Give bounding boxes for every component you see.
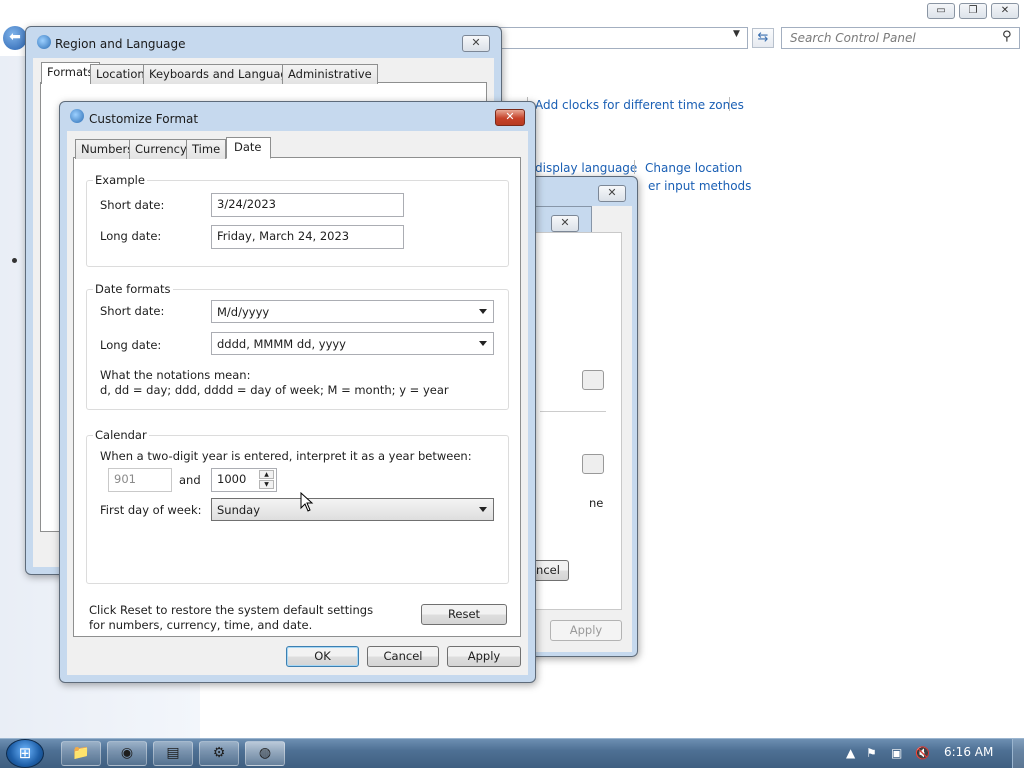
bullet [12, 258, 17, 263]
tab-time[interactable]: Time [186, 139, 227, 159]
search-icon[interactable]: ⚲ [1002, 29, 1012, 44]
maximize-icon[interactable]: ❐ [959, 3, 987, 19]
short-date-value: M/d/yyyy [217, 305, 270, 319]
back-arrow-icon[interactable]: ⬅ [3, 26, 27, 50]
link-divider [634, 160, 635, 174]
close-icon[interactable]: ✕ [991, 3, 1019, 19]
long-date-combo[interactable]: dddd, MMMM dd, yyyy [211, 332, 494, 355]
example-group-label: Example [93, 173, 147, 187]
and-label: and [179, 473, 201, 487]
globe-icon [37, 35, 51, 49]
first-day-combo[interactable]: Sunday [211, 498, 494, 521]
apply-button[interactable]: Apply [550, 620, 622, 641]
tab-date[interactable]: Date [226, 137, 271, 159]
tab-administrative[interactable]: Administrative [282, 64, 378, 84]
add-clocks-link[interactable]: Add clocks for different time zones [535, 98, 744, 112]
long-date-value: dddd, MMMM dd, yyyy [217, 337, 346, 351]
start-button[interactable]: ⊞ [6, 739, 44, 768]
link-divider [729, 97, 730, 111]
firefox-icon[interactable]: ◉ [107, 741, 147, 766]
short-date-combo[interactable]: M/d/yyyy [211, 300, 494, 323]
clock[interactable]: 6:16 AM [944, 745, 993, 759]
first-day-label: First day of week: [100, 503, 202, 517]
display-language-link[interactable]: display language [535, 161, 637, 175]
close-icon[interactable]: ✕ [462, 35, 490, 52]
dialog-title: Customize Format [89, 112, 199, 126]
cancel-button[interactable]: Cancel [367, 646, 439, 667]
address-dropdown-icon[interactable]: ▼ [733, 29, 740, 39]
notation-text: d, dd = day; ddd, dddd = day of week; M … [100, 383, 449, 397]
mouse-cursor-icon [300, 492, 314, 512]
window-title: Region and Language [55, 37, 186, 51]
control-panel-icon[interactable]: ▤ [153, 741, 193, 766]
close-icon[interactable]: ✕ [495, 109, 525, 126]
two-digit-year-text: When a two-digit year is entered, interp… [100, 449, 472, 463]
apply-button[interactable]: Apply [447, 646, 521, 667]
reset-button[interactable]: Reset [421, 604, 507, 625]
refresh-icon[interactable]: ⇆ [752, 28, 774, 48]
calendar-label: Calendar [93, 428, 149, 442]
spin-up-icon[interactable]: ▲ [259, 470, 274, 479]
date-formats-label: Date formats [93, 282, 173, 296]
tab-location[interactable]: Location [90, 64, 151, 84]
spin-down-icon[interactable]: ▼ [259, 480, 274, 489]
chevron-down-icon[interactable] [479, 309, 487, 314]
notation-heading: What the notations mean: [100, 368, 251, 382]
year-from-field: 901 [108, 468, 172, 492]
example-short-date: 3/24/2023 [211, 193, 404, 217]
minimize-icon[interactable]: ▭ [927, 3, 955, 19]
long-date-label: Long date: [100, 338, 162, 352]
network-icon[interactable]: ▣ [891, 746, 902, 760]
chevron-down-icon[interactable] [479, 507, 487, 512]
background-button[interactable] [582, 454, 604, 474]
example-short-label: Short date: [100, 198, 165, 212]
short-date-label: Short date: [100, 304, 165, 318]
tab-currency[interactable]: Currency [129, 139, 193, 159]
explorer-icon[interactable]: 📁 [61, 741, 101, 766]
chevron-down-icon[interactable] [479, 341, 487, 346]
example-long-date: Friday, March 24, 2023 [211, 225, 404, 249]
address-bar[interactable] [494, 27, 748, 49]
example-long-label: Long date: [100, 229, 162, 243]
volume-muted-icon[interactable]: 🔇 [915, 746, 930, 760]
divider [540, 411, 606, 412]
change-location-link[interactable]: Change location [645, 161, 742, 175]
input-methods-link[interactable]: er input methods [648, 179, 751, 193]
search-placeholder: Search Control Panel [790, 31, 916, 45]
ok-button[interactable]: OK [286, 646, 359, 667]
show-desktop-button[interactable] [1012, 739, 1024, 768]
globe-icon[interactable]: ◍ [245, 741, 285, 766]
background-text-fragment: ne [589, 496, 604, 510]
tray-arrow-icon[interactable]: ▲ [846, 746, 855, 760]
year-to-value: 1000 [217, 472, 247, 486]
close-icon[interactable]: ✕ [598, 185, 626, 202]
reset-info-text: Click Reset to restore the system defaul… [89, 603, 374, 632]
region-settings-icon[interactable]: ⚙ [199, 741, 239, 766]
close-icon[interactable]: ✕ [551, 215, 579, 232]
background-button[interactable] [582, 370, 604, 390]
first-day-value: Sunday [217, 503, 261, 517]
flag-icon[interactable]: ⚑ [866, 746, 877, 760]
globe-icon [70, 109, 84, 123]
